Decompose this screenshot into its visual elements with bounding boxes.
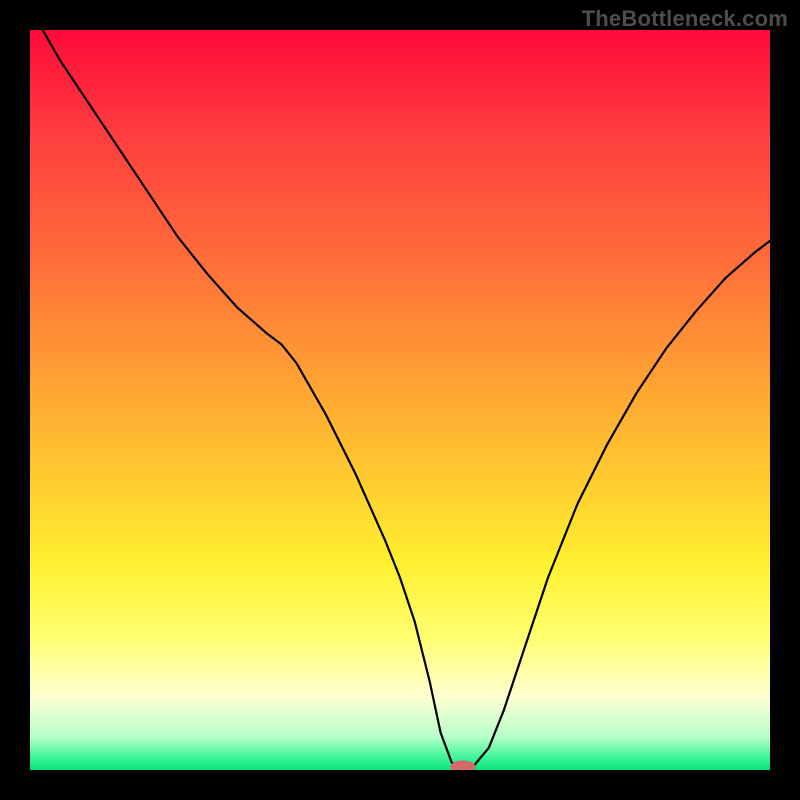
plot-area <box>30 30 770 770</box>
chart-frame: TheBottleneck.com <box>0 0 800 800</box>
watermark-label: TheBottleneck.com <box>582 6 788 32</box>
gradient-background <box>30 30 770 770</box>
chart-svg <box>30 30 770 770</box>
